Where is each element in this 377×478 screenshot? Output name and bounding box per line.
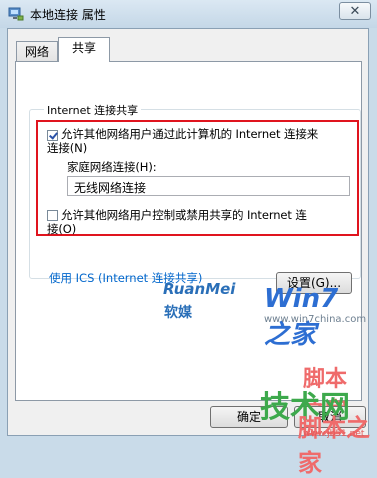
- allow-control-label[interactable]: 允许其他网络用户控制或禁用共享的 Internet 连: [61, 208, 307, 223]
- tab-sharing[interactable]: 共享: [58, 37, 110, 62]
- home-network-select[interactable]: 无线网络连接: [67, 176, 350, 196]
- home-network-label: 家庭网络连接(H):: [67, 160, 157, 174]
- sharing-tab-panel: Internet 连接共享 允许其他网络用户通过此计算机的 Internet 连…: [15, 61, 366, 424]
- tab-label: 网络: [24, 45, 49, 59]
- close-button[interactable]: ✕: [339, 2, 371, 20]
- tab-network[interactable]: 网络: [16, 41, 58, 62]
- close-icon: ✕: [349, 4, 361, 19]
- allow-sharing-checkbox[interactable]: [47, 130, 58, 141]
- network-connection-icon: [8, 7, 24, 21]
- win7-url-watermark: www.win7china.com: [264, 314, 367, 325]
- jiaoben-url-watermark: www.jb51.net: [303, 429, 365, 439]
- allow-control-label-cont[interactable]: 接(O): [47, 222, 76, 237]
- jiaoben-watermark-bottom: 脚本之家: [298, 414, 370, 477]
- ruanmei-cn-watermark: 软媒: [164, 305, 192, 321]
- title-bar: 本地连接 属性 ✕: [0, 0, 377, 28]
- allow-sharing-label-cont[interactable]: 连接(N): [47, 141, 87, 156]
- allow-sharing-label[interactable]: 允许其他网络用户通过此计算机的 Internet 连接来: [61, 127, 318, 142]
- window-title: 本地连接 属性: [30, 8, 106, 22]
- ruanmei-watermark: RuanMei: [163, 280, 236, 298]
- group-title: Internet 连接共享: [44, 102, 142, 118]
- allow-control-checkbox[interactable]: [47, 210, 58, 221]
- dialog-body: 网络 共享 Internet 连接共享 允许其他网络用户通过此计算机的 Inte…: [7, 28, 369, 436]
- tab-label: 共享: [71, 41, 96, 55]
